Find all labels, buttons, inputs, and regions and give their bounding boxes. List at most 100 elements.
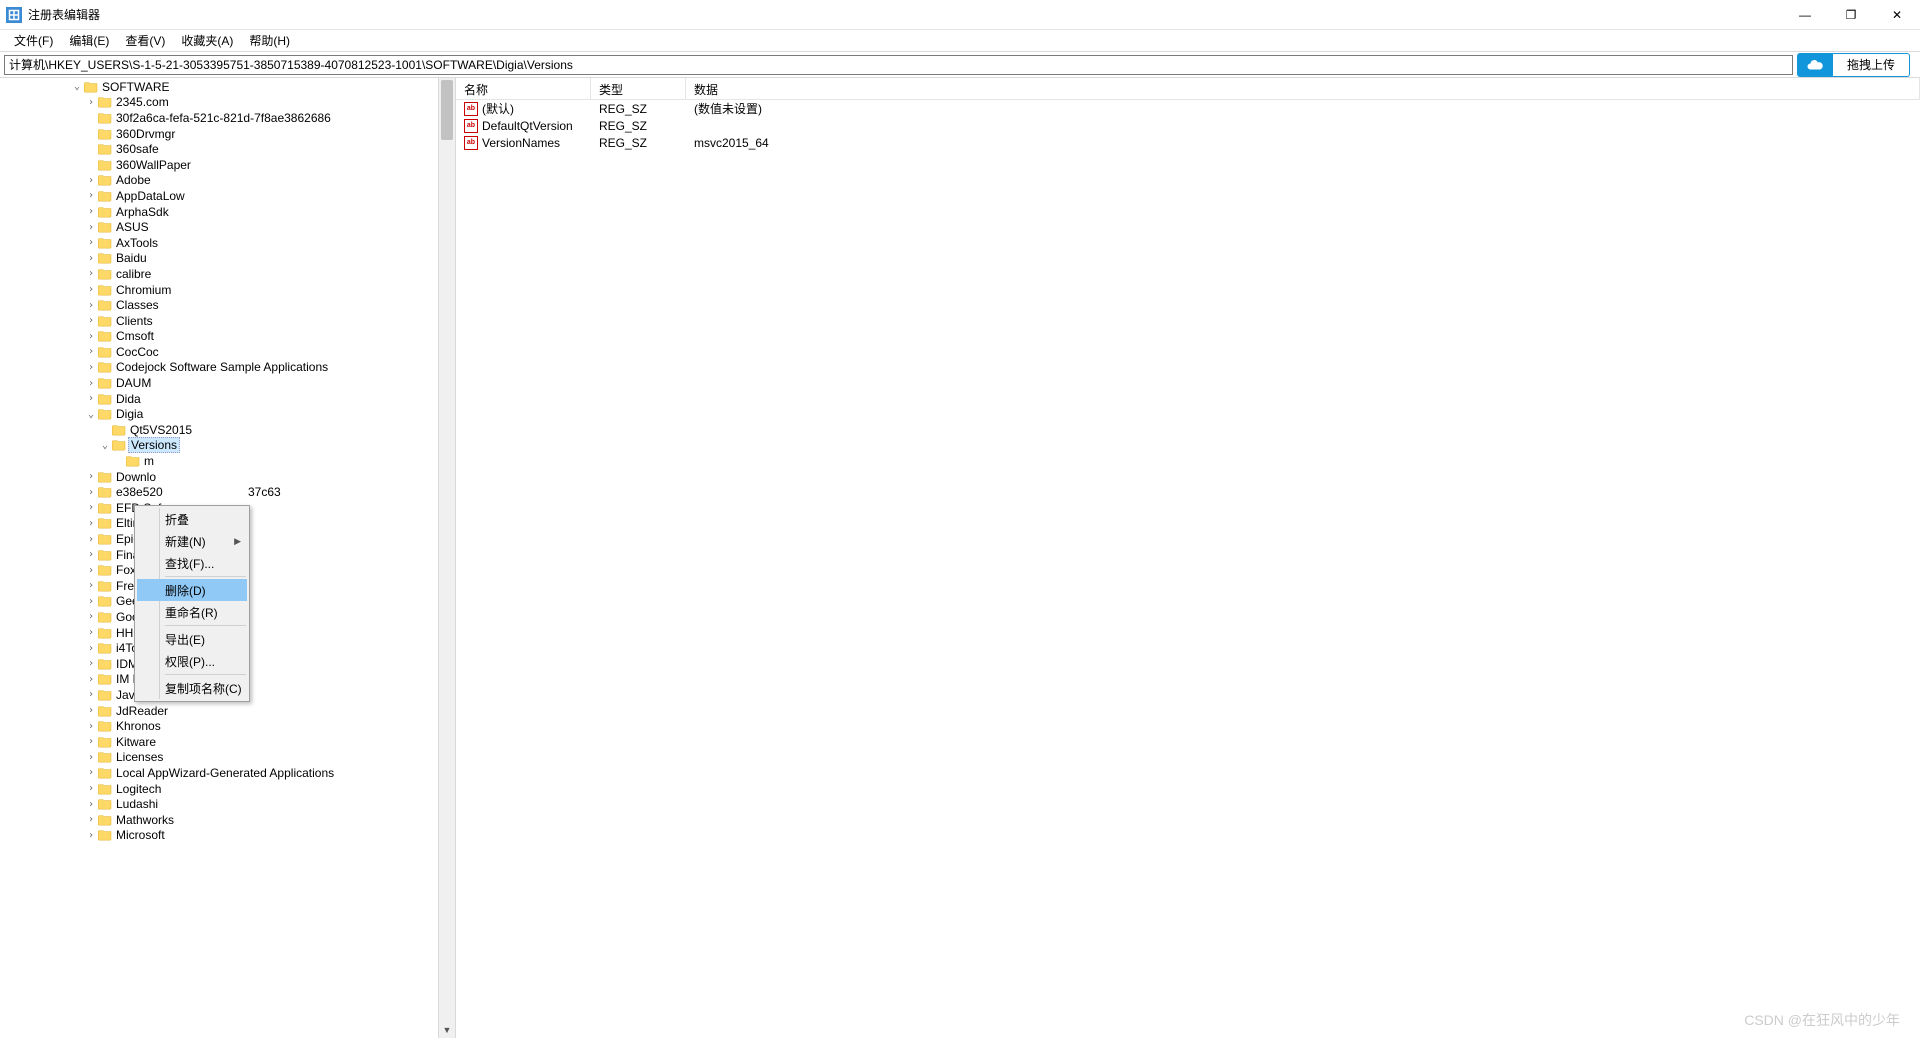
chevron-down-icon[interactable]: ⌄ bbox=[70, 81, 84, 92]
menu-favorites[interactable]: 收藏夹(A) bbox=[173, 30, 241, 51]
chevron-right-icon[interactable]: › bbox=[84, 487, 98, 498]
tree-item[interactable]: ›Khronos bbox=[0, 718, 438, 734]
tree-item[interactable]: m bbox=[0, 453, 438, 469]
chevron-right-icon[interactable]: › bbox=[84, 190, 98, 201]
tree-item[interactable]: ›Codejock Software Sample Applications bbox=[0, 360, 438, 376]
chevron-right-icon[interactable]: › bbox=[84, 253, 98, 264]
menu-view[interactable]: 查看(V) bbox=[117, 30, 173, 51]
chevron-right-icon[interactable]: › bbox=[84, 97, 98, 108]
address-input[interactable] bbox=[4, 55, 1793, 75]
value-row[interactable]: abVersionNamesREG_SZmsvc2015_64 bbox=[456, 134, 1920, 151]
tree-item[interactable]: ›Microsoft bbox=[0, 828, 438, 844]
tree-item[interactable]: ›ArphaSdk bbox=[0, 204, 438, 220]
chevron-right-icon[interactable]: › bbox=[84, 783, 98, 794]
menu-edit[interactable]: 编辑(E) bbox=[61, 30, 117, 51]
tree-item[interactable]: ›Downlo bbox=[0, 469, 438, 485]
ctx-find[interactable]: 查找(F)... bbox=[137, 552, 247, 574]
chevron-right-icon[interactable]: › bbox=[84, 471, 98, 482]
upload-button[interactable]: 拖拽上传 bbox=[1833, 53, 1910, 77]
tree-item[interactable]: 360safe bbox=[0, 141, 438, 157]
tree-item[interactable]: ›Local AppWizard-Generated Applications bbox=[0, 765, 438, 781]
ctx-new[interactable]: 新建(N)▶ bbox=[137, 530, 247, 552]
chevron-right-icon[interactable]: › bbox=[84, 721, 98, 732]
tree-item[interactable]: ›Licenses bbox=[0, 750, 438, 766]
tree-item[interactable]: ›Cmsoft bbox=[0, 329, 438, 345]
tree-item[interactable]: ⌄Digia bbox=[0, 406, 438, 422]
tree-scrollbar[interactable]: ▲ ▼ bbox=[438, 78, 455, 1038]
chevron-right-icon[interactable]: › bbox=[84, 705, 98, 716]
chevron-right-icon[interactable]: › bbox=[84, 658, 98, 669]
menu-file[interactable]: 文件(F) bbox=[6, 30, 61, 51]
scroll-thumb[interactable] bbox=[441, 80, 453, 140]
chevron-right-icon[interactable]: › bbox=[84, 643, 98, 654]
ctx-copykey[interactable]: 复制项名称(C) bbox=[137, 677, 247, 699]
chevron-right-icon[interactable]: › bbox=[84, 393, 98, 404]
chevron-right-icon[interactable]: › bbox=[84, 799, 98, 810]
ctx-export[interactable]: 导出(E) bbox=[137, 628, 247, 650]
tree-item[interactable]: ›calibre bbox=[0, 266, 438, 282]
tree-item[interactable]: ›Dida bbox=[0, 391, 438, 407]
chevron-right-icon[interactable]: › bbox=[84, 565, 98, 576]
chevron-right-icon[interactable]: › bbox=[84, 689, 98, 700]
tree-item[interactable]: ›Classes bbox=[0, 297, 438, 313]
chevron-right-icon[interactable]: › bbox=[84, 830, 98, 841]
chevron-down-icon[interactable]: ⌄ bbox=[84, 409, 98, 420]
tree-item[interactable]: ›DAUM bbox=[0, 375, 438, 391]
value-row[interactable]: ab(默认)REG_SZ(数值未设置) bbox=[456, 100, 1920, 117]
ctx-permissions[interactable]: 权限(P)... bbox=[137, 650, 247, 672]
tree-item[interactable]: ›Mathworks bbox=[0, 812, 438, 828]
tree-item[interactable]: ›AxTools bbox=[0, 235, 438, 251]
chevron-right-icon[interactable]: › bbox=[84, 331, 98, 342]
chevron-right-icon[interactable]: › bbox=[84, 346, 98, 357]
tree-item[interactable]: Qt5VS2015 bbox=[0, 422, 438, 438]
tree-item[interactable]: ›JdReader bbox=[0, 703, 438, 719]
chevron-down-icon[interactable]: ⌄ bbox=[98, 440, 112, 451]
tree-item[interactable]: ›Logitech bbox=[0, 781, 438, 797]
tree-item[interactable]: ›2345.com bbox=[0, 95, 438, 111]
chevron-right-icon[interactable]: › bbox=[84, 284, 98, 295]
tree-item[interactable]: ›Clients bbox=[0, 313, 438, 329]
chevron-right-icon[interactable]: › bbox=[84, 518, 98, 529]
chevron-right-icon[interactable]: › bbox=[84, 674, 98, 685]
chevron-right-icon[interactable]: › bbox=[84, 549, 98, 560]
tree-item[interactable]: ›Chromium bbox=[0, 282, 438, 298]
chevron-right-icon[interactable]: › bbox=[84, 736, 98, 747]
tree-item[interactable]: 30f2a6ca-fefa-521c-821d-7f8ae3862686 bbox=[0, 110, 438, 126]
chevron-right-icon[interactable]: › bbox=[84, 300, 98, 311]
close-button[interactable]: ✕ bbox=[1874, 0, 1920, 30]
chevron-right-icon[interactable]: › bbox=[84, 268, 98, 279]
tree-item[interactable]: 360WallPaper bbox=[0, 157, 438, 173]
chevron-right-icon[interactable]: › bbox=[84, 627, 98, 638]
chevron-right-icon[interactable]: › bbox=[84, 502, 98, 513]
chevron-right-icon[interactable]: › bbox=[84, 378, 98, 389]
tree-item[interactable]: ›Baidu bbox=[0, 251, 438, 267]
tree-item[interactable]: 360Drvmgr bbox=[0, 126, 438, 142]
tree-item[interactable]: ⌄Versions bbox=[0, 438, 438, 454]
chevron-right-icon[interactable]: › bbox=[84, 752, 98, 763]
chevron-right-icon[interactable]: › bbox=[84, 596, 98, 607]
chevron-right-icon[interactable]: › bbox=[84, 767, 98, 778]
cloud-icon[interactable] bbox=[1797, 53, 1833, 77]
ctx-delete[interactable]: 删除(D) bbox=[137, 579, 247, 601]
chevron-right-icon[interactable]: › bbox=[84, 237, 98, 248]
tree-item[interactable]: ›AppDataLow bbox=[0, 188, 438, 204]
tree-item[interactable]: ⌄SOFTWARE bbox=[0, 79, 438, 95]
scroll-down-icon[interactable]: ▼ bbox=[439, 1021, 455, 1038]
value-row[interactable]: abDefaultQtVersionREG_SZ bbox=[456, 117, 1920, 134]
chevron-right-icon[interactable]: › bbox=[84, 580, 98, 591]
chevron-right-icon[interactable]: › bbox=[84, 222, 98, 233]
chevron-right-icon[interactable]: › bbox=[84, 362, 98, 373]
tree-item[interactable]: ›e38e52037c63 bbox=[0, 484, 438, 500]
tree-item[interactable]: ›CocCoc bbox=[0, 344, 438, 360]
ctx-rename[interactable]: 重命名(R) bbox=[137, 601, 247, 623]
col-data[interactable]: 数据 bbox=[686, 78, 1920, 99]
chevron-right-icon[interactable]: › bbox=[84, 611, 98, 622]
ctx-collapse[interactable]: 折叠 bbox=[137, 508, 247, 530]
tree-item[interactable]: ›Adobe bbox=[0, 173, 438, 189]
minimize-button[interactable]: — bbox=[1782, 0, 1828, 30]
chevron-right-icon[interactable]: › bbox=[84, 206, 98, 217]
col-name[interactable]: 名称 bbox=[456, 78, 591, 99]
tree-item[interactable]: ›ASUS bbox=[0, 219, 438, 235]
tree-item[interactable]: ›Ludashi bbox=[0, 796, 438, 812]
chevron-right-icon[interactable]: › bbox=[84, 814, 98, 825]
